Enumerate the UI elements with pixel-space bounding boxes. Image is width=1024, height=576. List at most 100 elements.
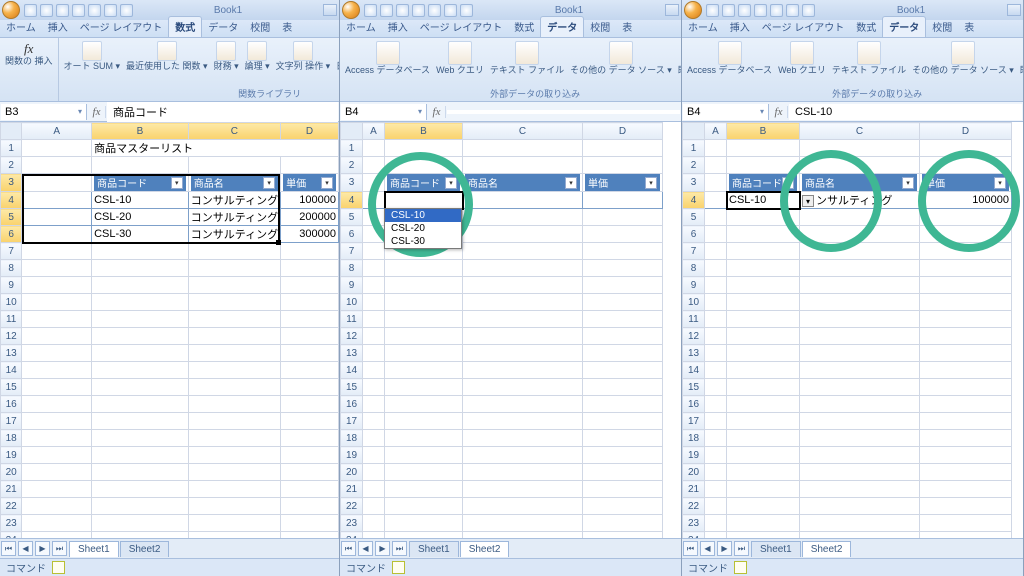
cell-c4[interactable]: コンサルティング [188,192,280,209]
cell-d5[interactable]: 200000 [281,209,339,226]
data-validation-dropdown-list[interactable]: CSL-10 CSL-20 CSL-30 [384,208,462,249]
fx-icon[interactable]: fx [770,106,788,118]
logical-button[interactable]: 論理 ▾ [243,40,272,72]
dropdown-option[interactable]: CSL-20 [385,222,461,235]
cell-c5[interactable]: コンサルティング [188,209,280,226]
window-buttons[interactable] [665,4,679,16]
from-access-button[interactable]: Access データベース [685,40,774,76]
sheet-nav-first[interactable]: ⏮ [683,541,698,556]
filter-dropdown-icon[interactable]: ▾ [902,177,914,189]
sheet-nav-next[interactable]: ▶ [717,541,732,556]
from-text-button[interactable]: テキスト ファイル [488,40,566,76]
formula-input[interactable]: CSL-10 [789,104,1022,120]
quick-access-toolbar[interactable] [364,4,473,17]
table-header-price[interactable]: 単価▾ [583,174,663,192]
col-header-b[interactable]: B [385,123,463,140]
table-header-code[interactable]: 商品コード▾ [92,174,189,192]
data-validation-dropdown-icon[interactable]: ▾ [802,195,814,207]
other-sources-button[interactable]: その他の データ ソース ▾ [910,40,1016,76]
col-header-b[interactable]: B [727,123,800,140]
filter-dropdown-icon[interactable]: ▾ [994,177,1006,189]
sheet-nav-last[interactable]: ⏭ [392,541,407,556]
sheet-nav-prev[interactable]: ◀ [18,541,33,556]
tab-home[interactable]: ホーム [340,17,382,37]
name-box[interactable]: B4 [341,104,427,120]
worksheet-grid[interactable]: A B C D 1商品マスターリスト 2 3 商品コード▾ 商品名▾ 単価▾ 4… [0,122,339,538]
cell-c4[interactable] [463,192,583,209]
sheet-nav-last[interactable]: ⏭ [734,541,749,556]
table-header-price[interactable]: 単価▾ [920,174,1012,192]
quick-access-toolbar[interactable] [24,4,133,17]
text-button[interactable]: 文字列 操作 ▾ [274,40,333,72]
tab-insert[interactable]: 挿入 [382,17,414,37]
filter-dropdown-icon[interactable]: ▾ [445,177,457,189]
cell-b4[interactable]: CSL-10 [92,192,189,209]
name-box[interactable]: B3 [1,104,87,120]
date-button[interactable]: 日付/時刻 ▾ [334,40,339,72]
cell-c4[interactable]: ▾ンサルティング [800,192,920,209]
tab-data[interactable]: データ [202,17,244,37]
filter-dropdown-icon[interactable]: ▾ [565,177,577,189]
cell-c6[interactable]: コンサルティング [188,226,280,243]
sheet-nav-prev[interactable]: ◀ [358,541,373,556]
sheet-tab-sheet1[interactable]: Sheet1 [751,541,801,557]
macro-record-icon[interactable] [734,561,747,574]
filter-dropdown-icon[interactable]: ▾ [263,177,275,189]
sheet-nav-first[interactable]: ⏮ [1,541,16,556]
other-sources-button[interactable]: その他の データ ソース ▾ [568,40,674,76]
col-header-b[interactable]: B [92,123,189,140]
cell-d4[interactable] [583,192,663,209]
data-validation-dropdown-icon[interactable]: ▾ [462,192,463,207]
tab-home[interactable]: ホーム [682,17,724,37]
table-header-code[interactable]: 商品コード▾ [727,174,800,192]
tab-insert[interactable]: 挿入 [724,17,756,37]
tab-formulas[interactable]: 数式 [508,17,540,37]
cell-d4[interactable]: 100000 [281,192,339,209]
sheet-nav-prev[interactable]: ◀ [700,541,715,556]
sheet-nav-last[interactable]: ⏭ [52,541,67,556]
col-header-a[interactable]: A [705,123,727,140]
col-header-a[interactable]: A [363,123,385,140]
sheet-tab-bar[interactable]: ⏮ ◀ ▶ ⏭ Sheet1 Sheet2 [0,538,339,558]
sheet-tab-sheet2[interactable]: Sheet2 [802,541,852,557]
sheet-tab-bar[interactable]: ⏮ ◀ ▶ ⏭ Sheet1 Sheet2 [682,538,1023,558]
tab-home[interactable]: ホーム [0,17,42,37]
tab-data[interactable]: データ [882,16,926,37]
cell-title[interactable]: 商品マスターリスト [92,140,339,157]
ribbon-tabs[interactable]: ホーム 挿入 ページ レイアウト 数式 データ 校閲 表 [682,20,1023,38]
cell-b6[interactable]: CSL-30 [92,226,189,243]
select-all-corner[interactable] [683,123,705,140]
filter-dropdown-icon[interactable]: ▾ [321,177,333,189]
table-header-code[interactable]: 商品コード▾ [385,174,463,192]
macro-record-icon[interactable] [392,561,405,574]
cell-d6[interactable]: 300000 [281,226,339,243]
sheet-nav-next[interactable]: ▶ [375,541,390,556]
formula-input[interactable] [447,110,680,114]
dropdown-option[interactable]: CSL-10 [385,209,461,222]
table-header-name[interactable]: 商品名▾ [188,174,280,192]
col-header-d[interactable]: D [920,123,1012,140]
tab-formulas[interactable]: 数式 [168,16,202,37]
macro-record-icon[interactable] [52,561,65,574]
tab-review[interactable]: 校閲 [244,17,276,37]
name-box[interactable]: B4 [683,104,769,120]
quick-access-toolbar[interactable] [706,4,815,17]
cell-b4[interactable]: CSL-10 [727,192,800,209]
select-all-corner[interactable] [1,123,22,140]
col-header-d[interactable]: D [281,123,339,140]
col-header-d[interactable]: D [583,123,663,140]
ribbon-tabs[interactable]: ホーム 挿入 ページ レイアウト 数式 データ 校閲 表 [340,20,681,38]
recent-functions-button[interactable]: 最近使用した 関数 ▾ [124,40,210,72]
from-web-button[interactable]: Web クエリ [434,40,486,76]
col-header-c[interactable]: C [188,123,280,140]
sheet-tab-sheet1[interactable]: Sheet1 [69,541,119,557]
tab-view[interactable]: 表 [958,17,980,37]
tab-insert[interactable]: 挿入 [42,17,74,37]
from-web-button[interactable]: Web クエリ [776,40,828,76]
fx-icon[interactable]: fx [88,106,106,118]
dropdown-option[interactable]: CSL-30 [385,235,461,248]
window-buttons[interactable] [323,4,337,16]
window-buttons[interactable] [1007,4,1021,16]
cell-b5[interactable]: CSL-20 [92,209,189,226]
existing-conn-button[interactable]: 既存の 接続 [676,40,681,76]
